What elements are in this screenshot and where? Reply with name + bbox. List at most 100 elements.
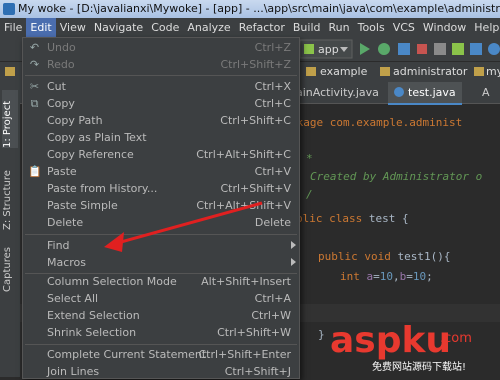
scissors-icon: ✂: [29, 80, 40, 93]
code-line: /: [306, 188, 313, 201]
menu-item-paste-history[interactable]: Paste from History... Ctrl+Shift+V: [23, 180, 299, 197]
menu-item-label: Paste: [47, 165, 77, 178]
run-config-dropdown[interactable]: app: [299, 39, 353, 59]
menu-view[interactable]: View: [56, 18, 90, 37]
run-icon[interactable]: [360, 43, 370, 55]
code-token: 10: [379, 270, 393, 283]
menu-item-shortcut: Ctrl+W: [251, 309, 291, 322]
menu-item-column-selection-mode[interactable]: Column Selection Mode Alt+Shift+Insert: [23, 273, 299, 290]
code-token: test {: [368, 212, 409, 225]
menu-item-select-all[interactable]: Select All Ctrl+A: [23, 290, 299, 307]
submenu-arrow-icon: [291, 258, 296, 266]
tab-mainactivity[interactable]: ainActivity.java: [290, 82, 385, 103]
menu-code[interactable]: Code: [147, 18, 183, 37]
code-token: test1(){: [397, 250, 451, 263]
code-token: public void: [318, 250, 398, 263]
menu-item-delete[interactable]: Delete Delete: [23, 214, 299, 231]
debug-icon[interactable]: [378, 43, 390, 55]
code-token: =: [406, 270, 413, 283]
menu-analyze[interactable]: Analyze: [183, 18, 234, 37]
menu-help[interactable]: Help: [470, 18, 500, 37]
menu-item-label: Cut: [47, 80, 66, 93]
help-icon[interactable]: [488, 43, 500, 55]
menu-item-complete-statement[interactable]: Complete Current Statement Ctrl+Shift+En…: [23, 346, 299, 363]
tool-window-strip: 1: Project Z: Structure Captures: [0, 82, 21, 377]
watermark-tld: .com: [440, 331, 472, 346]
menu-separator: [25, 75, 297, 76]
stop-icon[interactable]: [417, 44, 427, 54]
tab-project[interactable]: 1: Project: [2, 90, 18, 148]
menu-item-find[interactable]: Find: [23, 237, 299, 254]
tab-more[interactable]: A: [476, 82, 496, 103]
tab-test-java[interactable]: test.java: [388, 82, 462, 105]
menu-separator: [25, 344, 297, 345]
menu-item-label: Paste Simple: [47, 199, 118, 212]
watermark: aspku .com 免费网站源码下载站!: [330, 320, 500, 377]
tab-label: A: [482, 86, 490, 99]
menu-item-label: Complete Current Statement: [47, 348, 207, 361]
menu-item-paste-simple[interactable]: Paste Simple Ctrl+Alt+Shift+V: [23, 197, 299, 214]
menu-item-cut[interactable]: ✂ Cut Ctrl+X: [23, 78, 299, 95]
code-line: *: [306, 152, 313, 165]
breadcrumb-administrator[interactable]: administrator: [393, 62, 467, 82]
menu-vcs[interactable]: VCS: [389, 18, 419, 37]
menu-item-shrink-selection[interactable]: Shrink Selection Ctrl+Shift+W: [23, 324, 299, 341]
menu-item-label: Shrink Selection: [47, 326, 137, 339]
breadcrumb-example[interactable]: example: [320, 62, 367, 82]
code-token: 10: [412, 270, 427, 283]
menu-separator: [25, 234, 297, 235]
code-line: Created by Administrator o: [310, 170, 483, 183]
tab-structure[interactable]: Z: Structure: [2, 162, 18, 230]
code-token: =: [373, 270, 380, 283]
menu-item-macros[interactable]: Macros: [23, 254, 299, 271]
menu-item-undo[interactable]: ↶ Undo Ctrl+Z: [23, 39, 299, 56]
attach-debugger-icon[interactable]: [398, 43, 410, 55]
menu-item-shortcut: Ctrl+Shift+W: [217, 326, 291, 339]
menu-item-shortcut: Ctrl+A: [254, 292, 291, 305]
run-config-label: app: [318, 43, 339, 56]
code-token: blic class: [296, 212, 369, 225]
menu-navigate[interactable]: Navigate: [90, 18, 147, 37]
menu-item-shortcut: Ctrl+C: [254, 97, 291, 110]
menu-item-copy-reference[interactable]: Copy Reference Ctrl+Alt+Shift+C: [23, 146, 299, 163]
menu-item-copy-plain-text[interactable]: Copy as Plain Text: [23, 129, 299, 146]
tab-label: test.java: [408, 86, 456, 99]
menu-run[interactable]: Run: [325, 18, 354, 37]
menu-tools[interactable]: Tools: [354, 18, 389, 37]
menu-item-label: Find: [47, 239, 70, 252]
menu-item-paste[interactable]: 📋 Paste Ctrl+V: [23, 163, 299, 180]
menu-refactor[interactable]: Refactor: [235, 18, 289, 37]
paste-icon: 📋: [28, 165, 42, 178]
menu-item-join-lines[interactable]: Join Lines Ctrl+Shift+J: [23, 363, 299, 380]
menu-item-shortcut: Ctrl+Shift+J: [224, 365, 291, 378]
tab-captures[interactable]: Captures: [2, 242, 18, 292]
menu-item-label: Undo: [47, 41, 76, 54]
menu-item-redo[interactable]: ↷ Redo Ctrl+Shift+Z: [23, 56, 299, 73]
menu-item-label: Delete: [47, 216, 84, 229]
sync-gradle-icon[interactable]: [434, 43, 446, 55]
breadcrumb-mywoke[interactable]: mywo: [486, 62, 500, 82]
edit-menu-dropdown: ↶ Undo Ctrl+Z ↷ Redo Ctrl+Shift+Z ✂ Cut …: [22, 37, 300, 379]
sdk-manager-icon[interactable]: [470, 43, 482, 55]
avd-manager-icon[interactable]: [452, 43, 464, 55]
menu-edit[interactable]: Edit: [26, 18, 56, 37]
menu-item-extend-selection[interactable]: Extend Selection Ctrl+W: [23, 307, 299, 324]
watermark-slogan: 免费网站源码下载站!: [372, 360, 466, 373]
menu-build[interactable]: Build: [289, 18, 325, 37]
menu-item-copy[interactable]: ⧉ Copy Ctrl+C: [23, 95, 299, 112]
menu-item-label: Redo: [47, 58, 75, 71]
code-line: }: [318, 328, 325, 341]
menu-file[interactable]: File: [0, 18, 26, 37]
menu-item-label: Join Lines: [47, 365, 100, 378]
menu-bar: File Edit View Navigate Code Analyze Refactor B…: [0, 18, 500, 37]
folder-icon: [306, 67, 316, 76]
menu-window[interactable]: Window: [419, 18, 470, 37]
menu-item-label: Select All: [47, 292, 99, 305]
menu-item-label: Column Selection Mode: [47, 275, 177, 288]
undo-icon: ↶: [29, 41, 40, 54]
window-title: My woke - [D:\javalianxi\Mywoke] - [app]…: [18, 2, 500, 15]
code-token: int: [340, 270, 367, 283]
code-token: ,: [393, 270, 400, 283]
menu-item-label: Extend Selection: [47, 309, 140, 322]
menu-item-copy-path[interactable]: Copy Path Ctrl+Shift+C: [23, 112, 299, 129]
